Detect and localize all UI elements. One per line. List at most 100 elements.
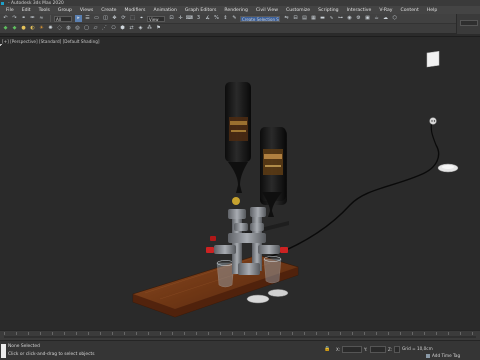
vray-scene-converter-icon[interactable]: ⇄ [128,25,135,32]
spinner-snap-icon[interactable]: ⇕ [222,15,229,22]
rect-selection-icon[interactable]: ▭ [93,15,100,22]
render-cloud-icon[interactable]: ☁ [382,15,389,22]
undo-icon[interactable]: ↶ [2,15,9,22]
shot-glass-right [263,256,282,284]
switch-plug [437,163,459,173]
scene-explorer-icon[interactable]: ▤ [301,15,308,22]
right-panel-strip [456,14,480,34]
vray-sun-icon[interactable]: ☀ [38,25,45,32]
menu-scripting[interactable]: Scripting [318,8,338,13]
menu-help[interactable]: Help [427,8,437,13]
material-editor-icon[interactable]: ◉ [346,15,353,22]
menu-interactive[interactable]: Interactive [347,8,372,13]
vray-dome-icon[interactable]: ◐ [29,25,36,32]
x-coordinate-field[interactable] [342,346,362,353]
ribbon-icon[interactable]: ▬ [319,15,326,22]
named-selection-dropdown[interactable]: Create Selection Se [240,15,280,22]
vray-material-icon[interactable]: ◈ [137,25,144,32]
vray-debug-icon[interactable]: ⚑ [155,25,162,32]
menu-create[interactable]: Create [101,8,116,13]
vray-ambient-icon[interactable]: ◌ [56,25,63,32]
menu-edit[interactable]: Edit [22,8,31,13]
rotate-icon[interactable]: ⟳ [120,15,127,22]
menu-rendering[interactable]: Rendering [224,8,247,13]
vray-mesh-icon[interactable]: ◎ [74,25,81,32]
timeline-slider[interactable] [0,330,480,340]
app-icon [1,1,4,5]
pivot-center-icon[interactable]: ⊡ [168,15,175,22]
edit-named-sel-icon[interactable]: ✎ [231,15,238,22]
y-coordinate-field[interactable] [370,346,386,353]
menu-file[interactable]: File [6,8,14,13]
timeline-track[interactable] [4,336,476,338]
time-tag-icon[interactable] [426,354,430,358]
perspective-viewport[interactable]: [+] [Perspective] [Standard] [Default Sh… [0,36,480,330]
select-manipulate-icon[interactable]: ✛ [177,15,184,22]
add-time-tag[interactable]: Add Time Tag [432,353,460,358]
unlink-icon[interactable]: ⚮ [29,15,36,22]
selection-filter-dropdown[interactable]: All [54,15,72,22]
render-icon[interactable]: ☕ [373,15,380,22]
secondary-toolbar: ◆ ◆ ● ◐ ☀ ✺ ◌ ◍ ◎ ▢ ▱ ⋰ ⎔ ⬢ ⇄ ◈ ⁂ ⚑ [0,24,480,34]
placement-icon[interactable]: ⌖ [138,15,145,22]
bottle-left [225,82,251,193]
menu-vray[interactable]: V-Ray [379,8,392,13]
menu-tools[interactable]: Tools [39,8,50,13]
z-coordinate-field[interactable] [394,346,400,353]
select-object-icon[interactable]: ▸ [75,15,82,22]
move-icon[interactable]: ✥ [111,15,118,22]
command-panel-field[interactable] [460,20,478,26]
vray-render-icon[interactable]: ◆ [11,25,18,32]
align-icon[interactable]: ⊟ [292,15,299,22]
wall-socket [426,51,440,125]
vray-ies-icon[interactable]: ✺ [47,25,54,32]
timeline-ticks [4,332,476,335]
maxscript-listener-icon[interactable] [1,344,6,358]
prompt-line: Click or click-and-drag to select object… [8,352,95,357]
snaps-toggle-icon[interactable]: 3 [195,15,202,22]
vray-camera-icon[interactable]: ⎔ [110,25,117,32]
menu-customize[interactable]: Customize [286,8,310,13]
viewport-scene [132,51,459,318]
redo-icon[interactable]: ↷ [11,15,18,22]
menu-animation[interactable]: Animation [153,8,176,13]
vray-sphere-icon[interactable]: ◍ [65,25,72,32]
shot-glass-left [216,260,235,288]
curve-editor-icon[interactable]: ∿ [328,15,335,22]
vray-light-icon[interactable]: ● [20,25,27,32]
percent-snap-icon[interactable]: % [213,15,220,22]
menu-group[interactable]: Group [58,8,72,13]
angle-snap-icon[interactable]: ∡ [204,15,211,22]
reference-coord-dropdown[interactable]: View [147,15,165,22]
selection-lock-icon[interactable]: 🔒 [324,346,330,353]
vray-plane-icon[interactable]: ▱ [92,25,99,32]
menu-civil-view[interactable]: Civil View [256,8,278,13]
main-toolbar: ↶ ↷ ⚭ ⚮ ≈ All ▸ ☰ ▭ ◫ ✥ ⟳ ⬚ ⌖ View ⊡ ✛ ⌨… [0,14,480,24]
window-title: - Autodesk 3ds Max 2020 [8,0,64,6]
window-crossing-icon[interactable]: ◫ [102,15,109,22]
render-setup-icon[interactable]: ⚙ [355,15,362,22]
bind-spacewarp-icon[interactable]: ≈ [38,15,45,22]
link-icon[interactable]: ⚭ [20,15,27,22]
schematic-view-icon[interactable]: ⊶ [337,15,344,22]
mirror-icon[interactable]: ⇋ [283,15,290,22]
vray-proxy-icon[interactable]: ▢ [83,25,90,32]
vray-fur-icon[interactable]: ⋰ [101,25,108,32]
vray-physical-camera-icon[interactable]: ⬢ [119,25,126,32]
menu-content[interactable]: Content [400,8,418,13]
scale-icon[interactable]: ⬚ [129,15,136,22]
menu-graph-editors[interactable]: Graph Editors [185,8,217,13]
menu-bar: File Edit Tools Group Views Create Modif… [0,6,480,14]
layer-explorer-icon[interactable]: ▦ [310,15,317,22]
select-by-name-icon[interactable]: ☰ [84,15,91,22]
keyboard-shortcut-icon[interactable]: ⌨ [186,15,193,22]
status-bar: None Selected Click or click-and-drag to… [0,340,480,360]
rendered-frame-icon[interactable]: ▣ [364,15,371,22]
x-label: X: [336,347,341,352]
a360-icon[interactable]: ⬡ [391,15,398,22]
vray-frame-buffer-icon[interactable]: ◆ [2,25,9,32]
menu-modifiers[interactable]: Modifiers [124,8,145,13]
menu-views[interactable]: Views [80,8,93,13]
z-label: Z: [388,347,393,352]
vray-stochastic-icon[interactable]: ⁂ [146,25,153,32]
